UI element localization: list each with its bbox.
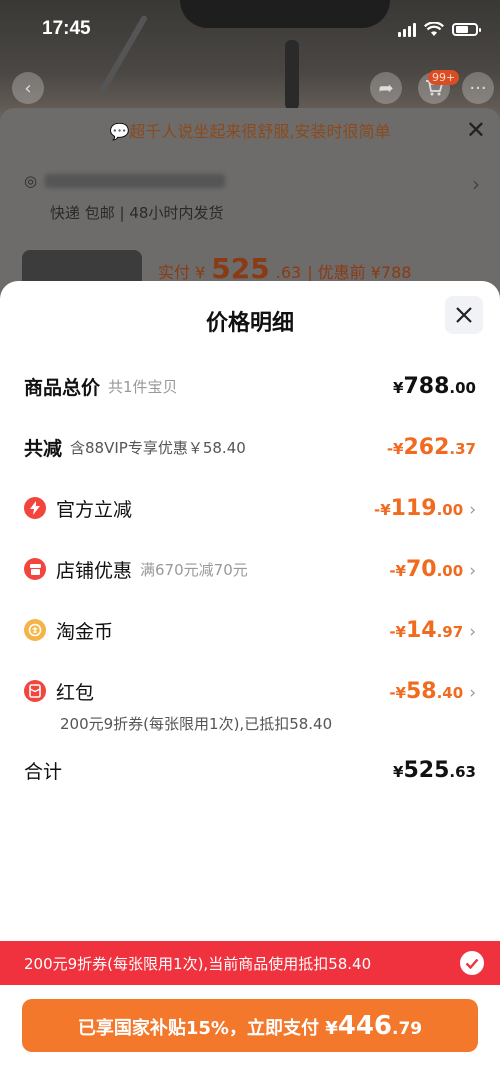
amount: ¥525.63 bbox=[393, 757, 476, 783]
more-button[interactable]: ··· bbox=[462, 72, 494, 104]
row-sum: 合计 ¥525.63 bbox=[24, 757, 476, 783]
chevron-right-icon: › bbox=[469, 499, 476, 520]
coupon-bar-text: 200元9折券(每张限用1次),当前商品使用抵扣58.40 bbox=[24, 954, 372, 973]
row-shop-discount[interactable]: 店铺优惠 满670元减70元 -¥ 70.00 › bbox=[24, 551, 476, 587]
share-button[interactable]: ➦ bbox=[370, 72, 402, 104]
amount: ¥788.00 bbox=[393, 373, 476, 399]
pay-button[interactable]: 已享国家补贴15%，立即支付 ¥446.79 bbox=[22, 999, 478, 1052]
amount: -¥ 262.37 bbox=[386, 434, 476, 460]
red-packet-note: 200元9折券(每张限用1次),已抵扣58.40 bbox=[60, 715, 333, 733]
row-red-packet[interactable]: 红包 -¥ 58.40 › bbox=[24, 673, 476, 709]
amount: -¥ 14.97 › bbox=[389, 617, 476, 643]
shop-icon bbox=[24, 558, 46, 580]
signal-icon bbox=[398, 22, 416, 37]
amount: -¥ 119.00 › bbox=[374, 495, 476, 521]
amount: -¥ 58.40 › bbox=[389, 678, 476, 704]
check-icon[interactable] bbox=[460, 951, 484, 975]
modal-close-button[interactable] bbox=[445, 296, 483, 334]
amount: -¥ 70.00 › bbox=[389, 556, 476, 582]
sheet-close-icon[interactable]: ✕ bbox=[466, 116, 486, 144]
coupon-bar[interactable]: 200元9折券(每张限用1次),当前商品使用抵扣58.40 bbox=[0, 941, 500, 985]
chevron-right-icon: › bbox=[469, 560, 476, 581]
row-official-discount[interactable]: 官方立减 -¥ 119.00 › bbox=[24, 490, 476, 526]
gold-coin-icon bbox=[24, 619, 46, 641]
address-chevron-icon: › bbox=[472, 172, 480, 196]
modal-title: 价格明细 bbox=[205, 311, 294, 336]
battery-icon bbox=[452, 23, 481, 36]
row-total-discount: 共减 含88VIP专享优惠￥58.40 -¥ 262.37 bbox=[24, 434, 476, 460]
blurred-address bbox=[45, 174, 226, 188]
location-icon: ◎ bbox=[24, 172, 38, 190]
chevron-right-icon: › bbox=[469, 682, 476, 703]
red-packet-icon bbox=[24, 680, 46, 702]
address-row[interactable]: ◎ bbox=[24, 172, 226, 190]
cart-badge: 99+ bbox=[428, 70, 460, 85]
chat-icon: 💬 bbox=[109, 122, 130, 141]
status-time: 17:45 bbox=[42, 18, 91, 39]
close-icon bbox=[456, 307, 472, 323]
row-total-price: 商品总价 共1件宝贝 ¥788.00 bbox=[24, 373, 476, 399]
chevron-right-icon: › bbox=[469, 621, 476, 642]
shipping-info: 快递 包邮 | 48小时内发货 bbox=[50, 204, 224, 222]
review-tip: 💬超千人说坐起来很舒服,安装时很简单 bbox=[109, 122, 391, 141]
row-taojinbi[interactable]: 淘金币 -¥ 14.97 › bbox=[24, 612, 476, 648]
wifi-icon bbox=[424, 22, 444, 36]
lightning-icon bbox=[24, 497, 46, 519]
status-bar: 17:45 bbox=[0, 0, 500, 60]
back-button[interactable]: ‹ bbox=[12, 72, 44, 104]
